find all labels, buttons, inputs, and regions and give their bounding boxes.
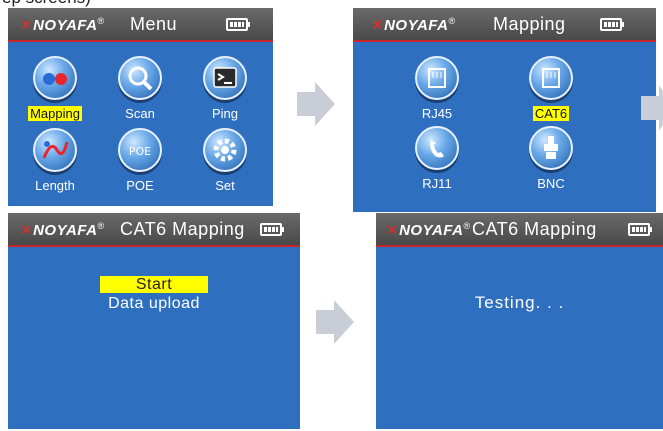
- clipped-caption: ep screens): [0, 0, 160, 8]
- menu-item-set[interactable]: Set: [185, 128, 265, 195]
- mapping-label: RJ11: [422, 176, 452, 191]
- screen-testing: ✕NOYAFA® CAT6 Mapping Testing. . .: [376, 213, 663, 429]
- brand-logo: ✕NOYAFA®: [20, 16, 105, 34]
- mapping-label: CAT6: [532, 106, 570, 121]
- title-bar: ✕NOYAFA® CAT6 Mapping: [8, 213, 300, 247]
- menu-item-mapping[interactable]: Mapping: [15, 56, 95, 123]
- next-step-arrow-icon: [316, 300, 354, 344]
- ping-icon: [203, 56, 247, 100]
- screen-cat6-options: ✕NOYAFA® CAT6 Mapping Start Data upload: [8, 213, 300, 429]
- scan-icon: [118, 56, 162, 100]
- mapping-item-rj11[interactable]: RJ11: [397, 126, 477, 193]
- title-bar: ✕NOYAFA® Mapping: [353, 8, 656, 42]
- menu-item-ping[interactable]: Ping: [185, 56, 265, 123]
- brand-logo: ✕NOYAFA®: [386, 221, 471, 239]
- mapping-item-cat6[interactable]: CAT6: [511, 56, 591, 123]
- data-upload-label: Data upload: [108, 295, 200, 312]
- logo-mark-icon: ✕: [386, 222, 400, 239]
- menu-item-poe[interactable]: POE POE: [100, 128, 180, 195]
- battery-icon: [260, 223, 284, 236]
- brand-logo: ✕NOYAFA®: [20, 221, 105, 239]
- cat6-icon: [529, 56, 573, 100]
- screen-menu: ✕NOYAFA® Menu Mapping Scan Ping Length P…: [8, 8, 273, 206]
- menu-label: POE: [126, 178, 154, 193]
- length-icon: [33, 128, 77, 172]
- title-bar: ✕NOYAFA® CAT6 Mapping: [376, 213, 663, 247]
- battery-icon: [600, 18, 624, 31]
- screen-title: CAT6 Mapping: [120, 219, 245, 239]
- menu-item-scan[interactable]: Scan: [100, 56, 180, 123]
- poe-icon: POE: [118, 128, 162, 172]
- battery-icon: [628, 223, 652, 236]
- testing-status: Testing. . .: [474, 293, 565, 312]
- logo-mark-icon: ✕: [20, 17, 34, 34]
- bnc-connector-icon: [529, 126, 573, 170]
- mapping-item-bnc[interactable]: BNC: [511, 126, 591, 193]
- mapping-icon: [33, 56, 77, 100]
- logo-mark-icon: ✕: [371, 17, 385, 34]
- menu-label: Ping: [211, 106, 239, 121]
- screen-mapping: ✕NOYAFA® Mapping RJ45 CAT6 RJ11 BNC: [353, 8, 656, 212]
- screen-title: Menu: [130, 14, 178, 34]
- screen-title: Mapping: [493, 14, 566, 34]
- start-option[interactable]: Start: [8, 276, 300, 294]
- rj45-icon: [415, 56, 459, 100]
- clipped-caption-text: ep screens): [2, 0, 91, 8]
- svg-text:POE: POE: [129, 145, 151, 158]
- brand-logo: ✕NOYAFA®: [371, 16, 456, 34]
- start-label: Start: [99, 276, 209, 293]
- menu-label: Set: [215, 178, 235, 193]
- next-step-arrow-icon: [641, 86, 663, 130]
- battery-icon: [226, 18, 250, 31]
- rj11-phone-icon: [415, 126, 459, 170]
- set-gear-icon: [203, 128, 247, 172]
- mapping-item-rj45[interactable]: RJ45: [397, 56, 477, 123]
- mapping-label: RJ45: [421, 106, 453, 121]
- next-step-arrow-icon: [297, 82, 335, 126]
- mapping-label: BNC: [537, 176, 565, 191]
- screen-title: CAT6 Mapping: [472, 219, 597, 239]
- menu-label: Mapping: [28, 106, 82, 121]
- menu-item-length[interactable]: Length: [15, 128, 95, 195]
- title-bar: ✕NOYAFA® Menu: [8, 8, 273, 42]
- menu-label: Scan: [125, 106, 155, 121]
- menu-label: Length: [35, 178, 75, 193]
- data-upload-option[interactable]: Data upload: [8, 295, 300, 313]
- logo-mark-icon: ✕: [20, 222, 34, 239]
